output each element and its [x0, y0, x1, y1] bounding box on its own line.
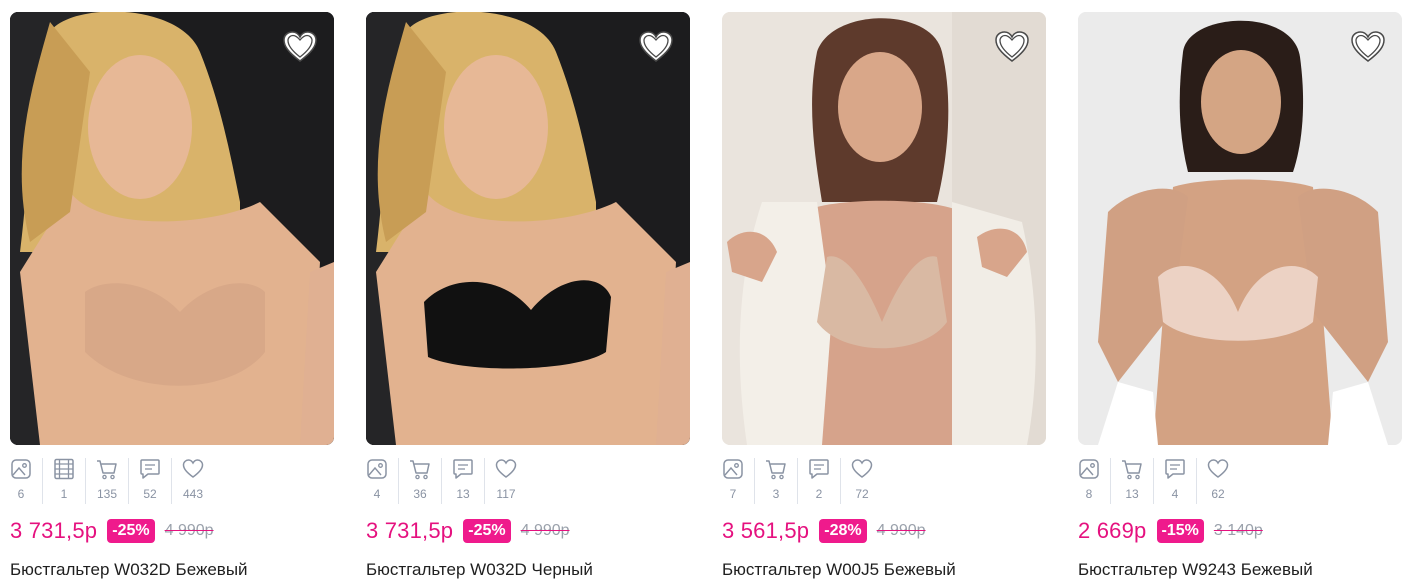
discount-badge: -15% — [1156, 519, 1204, 543]
cart-icon — [1122, 460, 1142, 480]
photo-icon — [723, 459, 743, 479]
stat-count: 443 — [182, 487, 204, 501]
old-price: 4 990р — [876, 522, 926, 539]
favorite-heart-icon[interactable] — [1350, 30, 1386, 64]
cart-icon — [410, 460, 430, 480]
stat-count: 36 — [413, 487, 427, 501]
stat-count: 4 — [1171, 487, 1179, 501]
model-photo — [366, 12, 690, 445]
product-card[interactable]: 6 1 135 52 443 3 731,5р -25% 4 990р Бюст… — [10, 12, 334, 588]
product-stats: 8 13 4 62 — [1078, 458, 1239, 504]
favorite-heart-icon[interactable] — [994, 30, 1030, 64]
product-title[interactable]: Бюстгальтер W032D Бежевый — [10, 560, 248, 580]
stat-photos: 6 — [10, 458, 43, 504]
price-row: 3 731,5р -25% 4 990р — [366, 518, 570, 544]
current-price: 3 561,5р — [722, 518, 810, 543]
stat-count: 1 — [60, 487, 68, 501]
stat-photos: 7 — [722, 458, 755, 504]
product-photo[interactable] — [10, 12, 334, 445]
comment-icon — [809, 459, 829, 479]
stat-count: 4 — [373, 487, 381, 501]
stat-videos: 1 — [43, 458, 86, 504]
product-title[interactable]: Бюстгальтер W032D Черный — [366, 560, 593, 580]
heart-icon — [182, 459, 204, 478]
old-price: 4 990р — [164, 522, 214, 539]
stat-count: 52 — [143, 487, 157, 501]
stat-orders: 36 — [399, 458, 442, 504]
product-photo[interactable] — [366, 12, 690, 445]
photo-icon — [11, 459, 31, 479]
product-card[interactable]: 8 13 4 62 2 669р -15% 3 140р Бюстгальтер… — [1078, 12, 1402, 588]
stat-count: 3 — [772, 487, 780, 501]
photo-icon — [1079, 459, 1099, 479]
price-row: 2 669р -15% 3 140р — [1078, 518, 1263, 544]
product-title[interactable]: Бюстгальтер W00J5 Бежевый — [722, 560, 956, 580]
stat-count: 13 — [1125, 487, 1139, 501]
product-card[interactable]: 7 3 2 72 3 561,5р -28% 4 990р Бюстгальте… — [722, 12, 1046, 588]
stat-count: 117 — [496, 487, 516, 501]
product-stats: 7 3 2 72 — [722, 458, 883, 504]
stat-orders: 3 — [755, 458, 798, 504]
cart-icon — [97, 460, 117, 480]
stat-photos: 8 — [1078, 458, 1111, 504]
stat-likes: 62 — [1197, 458, 1239, 504]
model-photo — [10, 12, 334, 445]
video-icon — [54, 458, 74, 480]
cart-icon — [766, 460, 786, 480]
product-title[interactable]: Бюстгальтер W9243 Бежевый — [1078, 560, 1313, 580]
stat-likes: 117 — [485, 458, 527, 504]
old-price: 4 990р — [520, 522, 570, 539]
discount-badge: -25% — [107, 519, 155, 543]
comment-icon — [453, 459, 473, 479]
old-price: 3 140р — [1213, 522, 1263, 539]
heart-icon — [1207, 459, 1229, 478]
current-price: 3 731,5р — [10, 518, 98, 543]
photo-icon — [367, 459, 387, 479]
stat-reviews: 13 — [442, 458, 485, 504]
stat-count: 13 — [456, 487, 470, 501]
stat-count: 7 — [729, 487, 737, 501]
price-row: 3 561,5р -28% 4 990р — [722, 518, 926, 544]
comment-icon — [140, 459, 160, 479]
product-stats: 4 36 13 117 — [366, 458, 527, 504]
comment-icon — [1165, 459, 1185, 479]
stat-orders: 13 — [1111, 458, 1154, 504]
favorite-heart-icon[interactable] — [638, 30, 674, 64]
discount-badge: -25% — [463, 519, 511, 543]
stat-count: 62 — [1211, 487, 1225, 501]
heart-icon — [851, 459, 873, 478]
product-stats: 6 1 135 52 443 — [10, 458, 214, 504]
stat-count: 8 — [1085, 487, 1093, 501]
product-photo[interactable] — [722, 12, 1046, 445]
current-price: 2 669р — [1078, 518, 1147, 543]
stat-reviews: 4 — [1154, 458, 1197, 504]
model-photo — [722, 12, 1046, 445]
stat-count: 135 — [96, 487, 118, 501]
stat-photos: 4 — [366, 458, 399, 504]
current-price: 3 731,5р — [366, 518, 454, 543]
model-photo — [1078, 12, 1402, 445]
stat-likes: 72 — [841, 458, 883, 504]
stat-count: 2 — [815, 487, 823, 501]
stat-count: 6 — [17, 487, 25, 501]
stat-reviews: 52 — [129, 458, 172, 504]
favorite-heart-icon[interactable] — [282, 30, 318, 64]
stat-count: 72 — [855, 487, 869, 501]
stat-orders: 135 — [86, 458, 129, 504]
product-photo[interactable] — [1078, 12, 1402, 445]
product-card[interactable]: 4 36 13 117 3 731,5р -25% 4 990р Бюстгал… — [366, 12, 690, 588]
price-row: 3 731,5р -25% 4 990р — [10, 518, 214, 544]
discount-badge: -28% — [819, 519, 867, 543]
stat-likes: 443 — [172, 458, 214, 504]
stat-reviews: 2 — [798, 458, 841, 504]
heart-icon — [495, 459, 517, 478]
